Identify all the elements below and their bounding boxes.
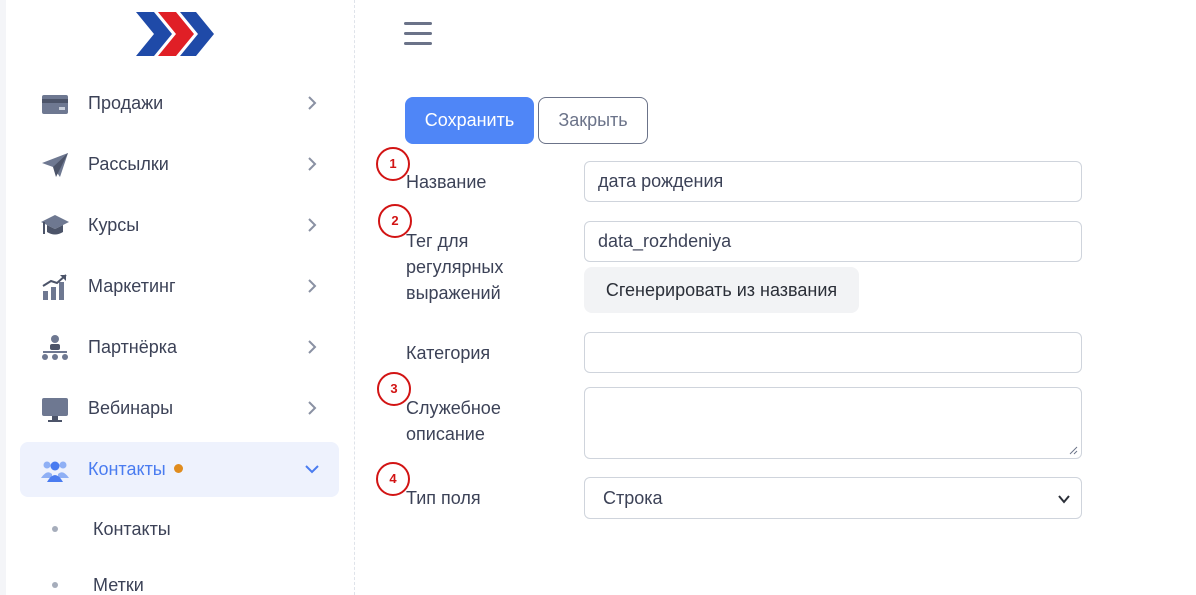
name-label: Название [406, 172, 487, 192]
hierarchy-icon [42, 335, 68, 360]
sidebar-subitem-contacts[interactable]: Контакты [50, 514, 330, 544]
annotation-marker-1: 1 [376, 147, 410, 181]
notification-dot [173, 464, 183, 473]
card-icon [42, 95, 68, 114]
sidebar-item-label: Маркетинг [88, 276, 176, 296]
description-label-line: Служебное [406, 398, 501, 418]
chart-growth-icon [42, 274, 67, 300]
save-button[interactable]: Сохранить [405, 97, 534, 144]
sidebar-subitem-label: Контакты [93, 519, 171, 539]
sidebar-item-label: Вебинары [88, 398, 174, 418]
category-input[interactable] [584, 332, 1082, 373]
users-icon [41, 461, 69, 482]
tag-label-line: регулярных [406, 257, 504, 277]
sidebar-item-sales[interactable]: Продажи [20, 76, 339, 131]
description-label: Служебное описание [406, 395, 501, 447]
chevron-right-icon [308, 218, 317, 232]
monitor-icon [42, 398, 68, 422]
annotation-marker-4: 4 [376, 462, 410, 496]
chevron-right-icon [308, 340, 317, 354]
sidebar-item-webinars[interactable]: Вебинары [20, 381, 339, 436]
field-type-select[interactable]: Строка [584, 477, 1082, 519]
tag-input[interactable]: data_rozhdeniya [584, 221, 1082, 262]
paper-plane-icon [42, 153, 68, 177]
field-type-label: Тип поля [406, 488, 481, 508]
bullet-icon [52, 582, 58, 588]
description-textarea[interactable] [584, 387, 1082, 459]
sidebar-item-label: Курсы [88, 215, 140, 235]
generate-from-name-button[interactable]: Сгенерировать из названия [584, 267, 859, 313]
graduation-cap-icon [41, 215, 69, 235]
sidebar-item-label: Партнёрка [88, 337, 178, 357]
chevron-right-icon [308, 96, 317, 110]
sidebar-item-contacts[interactable]: Контакты [20, 442, 339, 497]
sidebar-edge [0, 0, 6, 595]
field-type-value: Строка [603, 488, 663, 508]
sidebar: Продажи Рассылки Курсы Маркетинг Партнёр… [0, 0, 355, 595]
sidebar-item-label-text: Контакты [88, 459, 166, 479]
name-input[interactable]: дата рождения [584, 161, 1082, 202]
sidebar-item-label: Рассылки [88, 154, 169, 174]
sidebar-subitem-label: Метки [93, 575, 144, 595]
description-label-line: описание [406, 424, 485, 444]
sidebar-item-label: Продажи [88, 93, 164, 113]
chevrons-logo-icon[interactable] [136, 10, 214, 58]
chevron-right-icon [308, 279, 317, 293]
close-button[interactable]: Закрыть [538, 97, 648, 144]
category-label: Категория [406, 343, 491, 363]
sidebar-item-marketing[interactable]: Маркетинг [20, 259, 339, 314]
sidebar-subitem-tags[interactable]: Метки [50, 570, 330, 595]
sidebar-item-mailings[interactable]: Рассылки [20, 137, 339, 192]
chevron-right-icon [308, 157, 317, 171]
tag-label-line: Тег для [406, 231, 469, 251]
bullet-icon [52, 526, 58, 532]
chevron-down-icon [305, 465, 319, 474]
sidebar-item-label: Контакты [88, 442, 183, 497]
annotation-marker-2: 2 [378, 204, 412, 238]
chevron-right-icon [308, 401, 317, 415]
tag-label-line: выражений [406, 283, 501, 303]
sidebar-item-courses[interactable]: Курсы [20, 198, 339, 253]
annotation-marker-3: 3 [377, 372, 411, 406]
page: Продажи Рассылки Курсы Маркетинг Партнёр… [0, 0, 1196, 595]
hamburger-icon[interactable] [404, 22, 434, 48]
resize-grip-icon[interactable] [1068, 445, 1078, 455]
sidebar-item-partners[interactable]: Партнёрка [20, 320, 339, 375]
chevron-down-icon [1058, 495, 1070, 504]
tag-label: Тег для регулярных выражений [406, 228, 503, 306]
